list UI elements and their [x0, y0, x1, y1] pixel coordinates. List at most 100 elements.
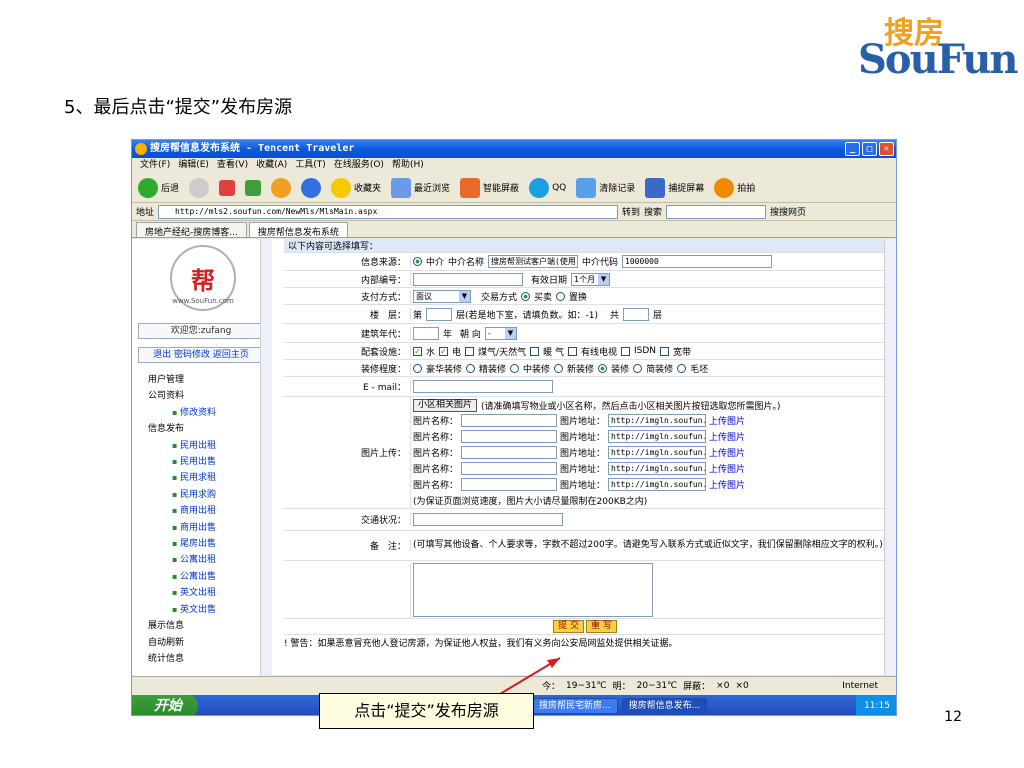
nav-item[interactable]: 信息发布 — [148, 421, 216, 437]
valid-select[interactable]: 1个月 ▼ — [571, 272, 611, 286]
nav-subitem[interactable]: 公寓出售 — [148, 569, 216, 585]
facility-checkbox[interactable] — [567, 346, 577, 356]
refresh-button[interactable] — [245, 179, 262, 196]
trade-swap-radio[interactable] — [556, 291, 566, 301]
facility-checkbox[interactable] — [620, 346, 630, 356]
capture-button[interactable]: 捕捉屏幕 — [645, 177, 704, 198]
minimize-button[interactable]: _ — [845, 142, 860, 156]
photo-url-field[interactable]: http://imgln.soufun.c — [608, 446, 707, 459]
upload-photo-link[interactable]: 上传图片 — [709, 446, 745, 459]
facing-select[interactable]: - ▼ — [484, 326, 517, 340]
nav-subitem[interactable]: 民用出售 — [148, 454, 216, 470]
email-field[interactable] — [413, 380, 553, 393]
photo-url-field[interactable]: http://imgln.soufun.c — [608, 430, 707, 443]
search-web-button[interactable]: 搜搜网页 — [770, 205, 806, 218]
decor-radio[interactable] — [598, 363, 608, 373]
upload-photo-link[interactable]: 上传图片 — [709, 414, 745, 427]
photo-name-field[interactable] — [461, 430, 558, 443]
agent-code-field[interactable]: 1000000 — [622, 255, 773, 268]
favorites-button[interactable]: 收藏夹 — [331, 177, 381, 198]
year-field[interactable] — [413, 326, 439, 340]
menu-tools[interactable]: 工具(T) — [295, 158, 326, 173]
menu-file[interactable]: 文件(F) — [140, 158, 170, 173]
forward-button[interactable] — [189, 177, 210, 198]
decor-radio[interactable] — [554, 363, 564, 373]
reset-button[interactable]: 重 写 — [586, 620, 617, 633]
agent-name-field[interactable]: 搜房帮测试客户端(使用 — [488, 255, 579, 268]
nav-subitem[interactable]: 民用求租 — [148, 470, 216, 486]
stop-button[interactable] — [219, 179, 236, 196]
address-input[interactable]: http://mls2.soufun.com/NewMls/MlsMain.as… — [158, 204, 619, 219]
close-button[interactable]: ✕ — [879, 142, 894, 156]
facility-checkbox[interactable] — [660, 346, 669, 356]
source-radio[interactable] — [413, 257, 422, 266]
account-links[interactable]: 退出 密码修改 返回主页 — [138, 347, 264, 363]
nav-item[interactable]: 统计信息 — [148, 651, 216, 667]
decor-radio[interactable] — [466, 363, 476, 373]
back-button[interactable]: 后退 — [138, 177, 179, 198]
home-button[interactable] — [271, 177, 292, 198]
tab-mls[interactable]: 搜房帮信息发布系统 — [248, 222, 348, 238]
nav-subitem[interactable]: 民用求购 — [148, 487, 216, 503]
decor-radio[interactable] — [413, 363, 422, 373]
nav-subitem[interactable]: 英文出租 — [148, 585, 216, 601]
nav-subitem[interactable]: 商用出租 — [148, 503, 216, 519]
taskbar-item-1[interactable]: 搜房帮民宅新房... — [532, 698, 618, 714]
total-floor-field[interactable] — [623, 307, 650, 321]
facility-checkbox[interactable]: ✓ — [413, 346, 422, 356]
page-scrollbar[interactable] — [884, 239, 896, 675]
menu-online[interactable]: 在线服务(O) — [334, 158, 384, 173]
sidebar-scrollbar[interactable] — [260, 239, 272, 679]
nav-item[interactable]: 自动刷新 — [148, 635, 216, 651]
paipai-button[interactable]: 拍拍 — [714, 177, 755, 198]
nav-item[interactable]: 用户管理 — [148, 372, 216, 388]
traffic-field[interactable] — [413, 513, 563, 526]
photo-url-field[interactable]: http://imgln.soufun.c — [608, 414, 707, 427]
nav-subitem[interactable]: 尾房出售 — [148, 536, 216, 552]
nav-subitem[interactable]: 公寓出租 — [148, 552, 216, 568]
recent-button[interactable]: 最近浏览 — [391, 177, 450, 198]
internal-no-field[interactable] — [413, 272, 523, 286]
maximize-button[interactable]: □ — [862, 142, 877, 156]
community-photo-button[interactable]: 小区相关图片 — [413, 398, 478, 412]
nav-subitem[interactable]: 民用出租 — [148, 438, 216, 454]
decor-radio[interactable] — [677, 363, 687, 373]
photo-name-field[interactable] — [461, 462, 558, 475]
upload-photo-link[interactable]: 上传图片 — [709, 462, 745, 475]
start-button[interactable]: 开始 — [132, 695, 198, 715]
facility-checkbox[interactable]: ✓ — [439, 346, 449, 356]
nav-subitem[interactable]: 修改资料 — [148, 405, 216, 421]
menu-favorites[interactable]: 收藏(A) — [256, 158, 287, 173]
pay-select[interactable]: 面议 ▼ — [413, 289, 471, 303]
photo-name-field[interactable] — [461, 446, 558, 459]
menu-help[interactable]: 帮助(H) — [392, 158, 424, 173]
nav-item[interactable]: 公司资料 — [148, 388, 216, 404]
upload-photo-link[interactable]: 上传图片 — [709, 478, 745, 491]
remark-textarea[interactable] — [413, 562, 653, 617]
search-input[interactable] — [666, 204, 767, 219]
photo-url-field[interactable]: http://imgln.soufun.c — [608, 462, 707, 475]
decor-radio[interactable] — [633, 363, 643, 373]
nav-subitem[interactable]: 英文出售 — [148, 602, 216, 618]
floor-field[interactable] — [426, 307, 453, 321]
clear-history-button[interactable]: 清除记录 — [576, 177, 635, 198]
trade-buy-radio[interactable] — [521, 291, 531, 301]
qq-button[interactable]: QQ — [529, 177, 566, 198]
nav-item[interactable]: 展示信息 — [148, 618, 216, 634]
tab-blog[interactable]: 房地产经纪-搜房博客... — [136, 222, 247, 238]
menu-view[interactable]: 查看(V) — [217, 158, 248, 173]
menu-edit[interactable]: 编辑(E) — [178, 158, 209, 173]
facility-checkbox[interactable] — [465, 346, 475, 356]
photo-url-field[interactable]: http://imgln.soufun.c — [608, 478, 707, 491]
history-button[interactable] — [301, 177, 322, 198]
decor-radio[interactable] — [510, 363, 520, 373]
upload-photo-link[interactable]: 上传图片 — [709, 430, 745, 443]
taskbar-item-2[interactable]: 搜房帮信息发布... — [621, 698, 708, 714]
nav-subitem[interactable]: 商用出售 — [148, 520, 216, 536]
submit-button[interactable]: 提 交 — [553, 620, 584, 633]
photo-name-field[interactable] — [461, 414, 558, 427]
photo-name-field[interactable] — [461, 478, 558, 491]
facility-checkbox[interactable] — [530, 346, 540, 356]
go-button[interactable]: 转到 — [622, 205, 640, 218]
smart-block-button[interactable]: 智能屏蔽 — [460, 177, 519, 198]
